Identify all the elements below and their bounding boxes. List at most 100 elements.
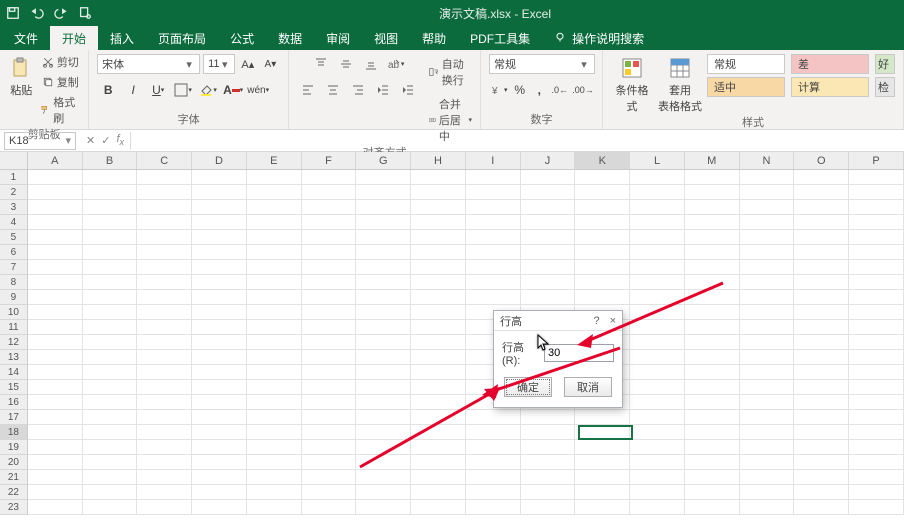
cell[interactable]	[302, 440, 357, 455]
cell[interactable]	[630, 455, 685, 470]
cell[interactable]	[192, 335, 247, 350]
cell[interactable]	[411, 350, 466, 365]
cut-button[interactable]: 剪切	[42, 54, 79, 70]
cell[interactable]	[356, 260, 411, 275]
cell[interactable]	[411, 410, 466, 425]
cell[interactable]	[247, 230, 302, 245]
cell[interactable]	[466, 440, 521, 455]
cancel-formula-icon[interactable]: ✕	[86, 134, 95, 147]
cell[interactable]	[630, 320, 685, 335]
cell[interactable]	[685, 320, 740, 335]
cell[interactable]	[849, 260, 904, 275]
cell[interactable]	[192, 290, 247, 305]
row-height-input[interactable]	[544, 344, 614, 362]
row-header[interactable]: 2	[0, 185, 28, 200]
column-header[interactable]: E	[247, 152, 302, 169]
cell[interactable]	[794, 395, 849, 410]
decrease-indent-icon[interactable]	[372, 80, 394, 100]
cell[interactable]	[740, 365, 795, 380]
cell[interactable]	[247, 275, 302, 290]
font-name-combo[interactable]: 宋体▾	[97, 54, 200, 74]
cell[interactable]	[192, 170, 247, 185]
cell[interactable]	[630, 425, 685, 440]
cell[interactable]	[740, 455, 795, 470]
row-header[interactable]: 23	[0, 500, 28, 515]
cell[interactable]	[83, 365, 138, 380]
cell[interactable]	[192, 215, 247, 230]
cell[interactable]	[685, 305, 740, 320]
cell[interactable]	[575, 485, 630, 500]
cell[interactable]	[302, 425, 357, 440]
cell[interactable]	[849, 170, 904, 185]
format-painter-button[interactable]: 格式刷	[40, 94, 80, 126]
cell[interactable]	[356, 305, 411, 320]
cell[interactable]	[356, 470, 411, 485]
row-header[interactable]: 11	[0, 320, 28, 335]
cell[interactable]	[356, 245, 411, 260]
row-header[interactable]: 15	[0, 380, 28, 395]
format-as-table-button[interactable]: 套用 表格格式	[659, 54, 701, 114]
cell[interactable]	[411, 335, 466, 350]
cell[interactable]	[302, 380, 357, 395]
cell[interactable]	[28, 455, 83, 470]
cell[interactable]	[28, 320, 83, 335]
decrease-font-icon[interactable]: A▾	[261, 54, 281, 74]
cell[interactable]	[356, 440, 411, 455]
cell[interactable]	[466, 470, 521, 485]
cell[interactable]	[411, 365, 466, 380]
column-header[interactable]: J	[521, 152, 576, 169]
cell[interactable]	[83, 440, 138, 455]
cell[interactable]	[740, 410, 795, 425]
cell[interactable]	[192, 380, 247, 395]
cell[interactable]	[83, 485, 138, 500]
cell[interactable]	[466, 275, 521, 290]
cell[interactable]	[192, 410, 247, 425]
cell[interactable]	[630, 290, 685, 305]
cell[interactable]	[302, 410, 357, 425]
currency-icon[interactable]: ¥▾	[489, 80, 509, 100]
cell[interactable]	[356, 275, 411, 290]
cell[interactable]	[466, 500, 521, 515]
cell[interactable]	[521, 185, 576, 200]
cell[interactable]	[356, 215, 411, 230]
cell[interactable]	[521, 230, 576, 245]
row-header[interactable]: 3	[0, 200, 28, 215]
cell[interactable]	[794, 425, 849, 440]
cell[interactable]	[849, 365, 904, 380]
row-header[interactable]: 9	[0, 290, 28, 305]
cell[interactable]	[356, 170, 411, 185]
column-header[interactable]: F	[302, 152, 357, 169]
cell[interactable]	[521, 425, 576, 440]
cell[interactable]	[685, 185, 740, 200]
cell[interactable]	[685, 335, 740, 350]
cell[interactable]	[302, 350, 357, 365]
cell[interactable]	[849, 200, 904, 215]
cell[interactable]	[28, 260, 83, 275]
cell[interactable]	[247, 170, 302, 185]
cell[interactable]	[575, 470, 630, 485]
cell[interactable]	[849, 320, 904, 335]
row-header[interactable]: 1	[0, 170, 28, 185]
column-header[interactable]: N	[740, 152, 795, 169]
cell[interactable]	[466, 425, 521, 440]
cell[interactable]	[466, 245, 521, 260]
cell[interactable]	[83, 170, 138, 185]
cell[interactable]	[302, 470, 357, 485]
save-icon[interactable]	[6, 6, 20, 20]
conditional-format-button[interactable]: 条件格式	[611, 54, 653, 114]
cell[interactable]	[740, 230, 795, 245]
dialog-close-icon[interactable]: ×	[610, 315, 616, 327]
cell[interactable]	[466, 485, 521, 500]
cell[interactable]	[521, 245, 576, 260]
cell[interactable]	[685, 365, 740, 380]
style-neutral[interactable]: 适中	[707, 77, 785, 97]
cell[interactable]	[849, 470, 904, 485]
column-header[interactable]: K	[575, 152, 630, 169]
cell[interactable]	[466, 170, 521, 185]
cell[interactable]	[794, 350, 849, 365]
cell[interactable]	[575, 230, 630, 245]
cell[interactable]	[302, 185, 357, 200]
cell[interactable]	[411, 485, 466, 500]
cell[interactable]	[247, 410, 302, 425]
cell[interactable]	[685, 290, 740, 305]
